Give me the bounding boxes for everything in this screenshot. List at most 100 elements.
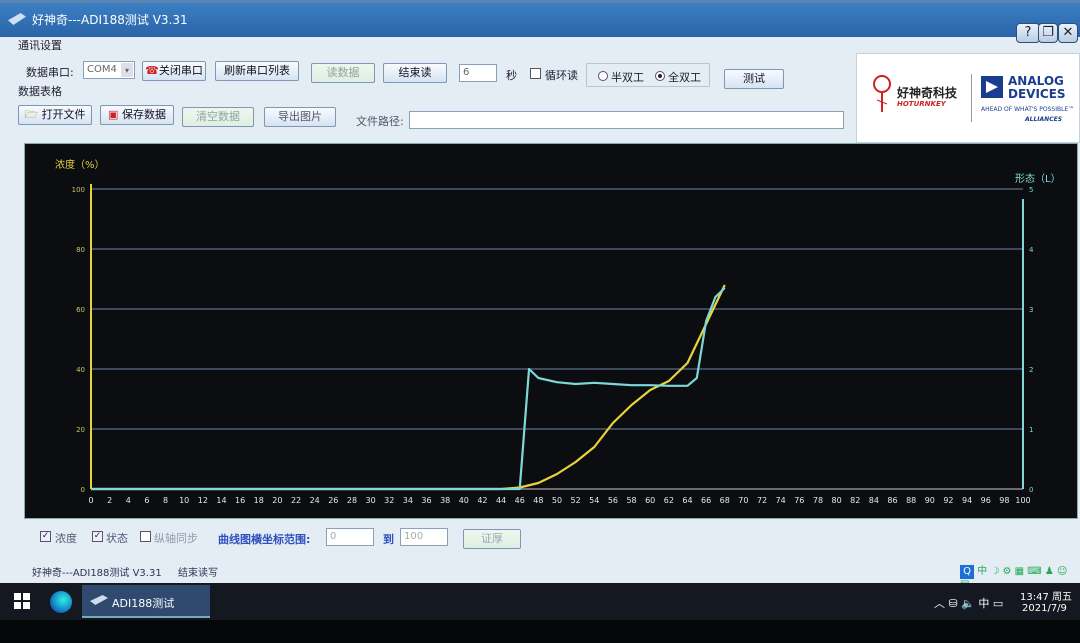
- x-tick-label: 4: [126, 496, 131, 505]
- left-tick-label: 60: [76, 306, 85, 314]
- file-path-label: 文件路径:: [356, 115, 404, 128]
- state-series-line: [91, 287, 726, 491]
- x-tick-label: 18: [254, 496, 264, 505]
- refresh-ports-button[interactable]: 刷新串口列表: [215, 61, 299, 81]
- taskbar-app[interactable]: ADI188测试: [82, 585, 210, 618]
- loop-read-checkbox[interactable]: [530, 68, 541, 79]
- close-port-button[interactable]: ☎关闭串口: [142, 61, 206, 81]
- x-tick-label: 76: [794, 496, 804, 505]
- help-button[interactable]: ?: [1016, 23, 1040, 43]
- start-icon[interactable]: [14, 593, 30, 609]
- export-image-button[interactable]: 导出图片: [264, 107, 336, 127]
- concentration-series-line: [91, 284, 726, 491]
- brand-en: HOTURNKEY: [897, 100, 946, 108]
- right-tick-label: 4: [1029, 246, 1034, 254]
- confirm-range-button[interactable]: 证厚: [463, 529, 521, 549]
- file-path-input[interactable]: [409, 111, 844, 129]
- app-taskbar-icon: [90, 595, 108, 605]
- x-tick-label: 8: [163, 496, 168, 505]
- app-icon: [8, 13, 26, 25]
- phone-icon: ☎: [145, 64, 159, 77]
- conc-checkbox[interactable]: ✓: [40, 531, 51, 542]
- ime-indicator: 中: [978, 597, 990, 610]
- x-tick-label: 10: [179, 496, 189, 505]
- half-duplex-radio[interactable]: [598, 71, 608, 81]
- end-read-button[interactable]: 结束读: [383, 63, 447, 83]
- chart-controls: ✓ 浓度 ✓ 状态 纵轴同步 曲线图横坐标范围: 0 到 100 证厚: [0, 521, 1080, 561]
- x-tick-label: 14: [216, 496, 226, 505]
- left-tick-label: 20: [76, 426, 85, 434]
- clock-time[interactable]: 13:47 周五: [1020, 588, 1072, 603]
- open-file-button[interactable]: 🗁 打开文件: [18, 105, 92, 125]
- ime-toolbar: Q 中 ☽ ⚙ ▦ ⌨ ♟ ☺ ▤: [960, 562, 1076, 590]
- clear-data-button[interactable]: 清空数据: [182, 107, 254, 127]
- app-window: 好神奇---ADI188测试 V3.31 ? ❐ ✕ 通讯设置 数据串口: CO…: [0, 0, 1080, 590]
- x-tick-label: 20: [272, 496, 282, 505]
- left-tick-label: 100: [72, 186, 85, 194]
- clock-date[interactable]: 2021/7/9: [1022, 603, 1067, 614]
- read-data-button[interactable]: 读数据: [311, 63, 375, 83]
- window-title: 好神奇---ADI188测试 V3.31: [32, 13, 188, 27]
- adi-tagline: AHEAD OF WHAT'S POSSIBLE™: [981, 106, 1075, 113]
- x-tick-label: 36: [421, 496, 431, 505]
- x-tick-label: 70: [738, 496, 748, 505]
- full-duplex-radio[interactable]: [655, 71, 665, 81]
- x-tick-label: 54: [589, 496, 599, 505]
- x-tick-label: 96: [981, 496, 991, 505]
- edge-icon[interactable]: [50, 591, 72, 613]
- x-tick-label: 48: [533, 496, 543, 505]
- data-group-label: 数据表格: [18, 85, 62, 98]
- interval-stepper[interactable]: 6: [459, 64, 497, 82]
- x-tick-label: 38: [440, 496, 450, 505]
- port-select[interactable]: COM4 ▾: [83, 61, 135, 79]
- hoturnkey-logo: [873, 74, 891, 114]
- x-tick-label: 88: [906, 496, 916, 505]
- adi-line1: ANALOG: [1008, 74, 1064, 88]
- test-button[interactable]: 测试: [724, 69, 784, 89]
- ime-logo-icon[interactable]: Q: [960, 565, 974, 579]
- right-tick-label: 0: [1029, 486, 1033, 494]
- save-data-label: 保存数据: [121, 108, 166, 121]
- x-tick-label: 28: [347, 496, 357, 505]
- comm-group-label: 通讯设置: [18, 39, 62, 52]
- logo-divider: [971, 74, 972, 122]
- x-tick-label: 78: [813, 496, 823, 505]
- taskbar: ADI188测试 ︿ ⛁ 🔈 中 ▭ 13:47 周五 2021/7/9: [0, 583, 1080, 620]
- full-duplex-label: 全双工: [668, 71, 701, 84]
- line-chart: 浓度（%） 形态（L） 0 2 4 6 8 10 12 14 16 18 20 22 24 26 28 30 3…: [55, 158, 1061, 505]
- adi-triangle-icon: [981, 76, 1003, 98]
- left-axis-title: 浓度（%）: [55, 158, 105, 171]
- vertical-sync-checkbox[interactable]: [140, 531, 151, 542]
- x-tick-label: 42: [477, 496, 487, 505]
- x-tick-label: 98: [999, 496, 1009, 505]
- x-tick-label: 58: [626, 496, 636, 505]
- monitor-bezel: [0, 620, 1080, 643]
- x-tick-label: 0: [88, 496, 93, 505]
- range-to-input[interactable]: 100: [400, 528, 448, 546]
- range-from-input[interactable]: 0: [326, 528, 374, 546]
- close-button[interactable]: ✕: [1058, 23, 1078, 43]
- x-tick-label: 56: [608, 496, 618, 505]
- x-tick-label: 86: [887, 496, 897, 505]
- restore-button[interactable]: ❐: [1038, 23, 1058, 43]
- close-port-label: 关闭串口: [158, 64, 203, 77]
- x-tick-label: 84: [869, 496, 879, 505]
- adi-line2: DEVICES: [1008, 87, 1066, 101]
- x-tick-label: 68: [720, 496, 730, 505]
- x-tick-label: 64: [682, 496, 692, 505]
- seconds-label: 秒: [506, 69, 517, 82]
- vertical-sync-label: 纵轴同步: [154, 532, 198, 545]
- x-tick-label: 66: [701, 496, 711, 505]
- x-tick-label: 80: [832, 496, 842, 505]
- tray-icons[interactable]: ︿ ⛁ 🔈 中 ▭: [934, 595, 1003, 611]
- left-tick-label: 80: [76, 246, 85, 254]
- state-checkbox[interactable]: ✓: [92, 531, 103, 542]
- right-tick-label: 1: [1029, 426, 1033, 434]
- x-tick-label: 12: [198, 496, 208, 505]
- half-duplex-label: 半双工: [611, 71, 644, 84]
- x-tick-label: 92: [943, 496, 953, 505]
- x-tick-label: 6: [144, 496, 149, 505]
- save-data-button[interactable]: ▣ 保存数据: [100, 105, 174, 125]
- right-tick-label: 5: [1029, 186, 1033, 194]
- logo-panel: 好神奇科技 HOTURNKEY ANALOG DEVICES AHEAD OF …: [856, 53, 1080, 143]
